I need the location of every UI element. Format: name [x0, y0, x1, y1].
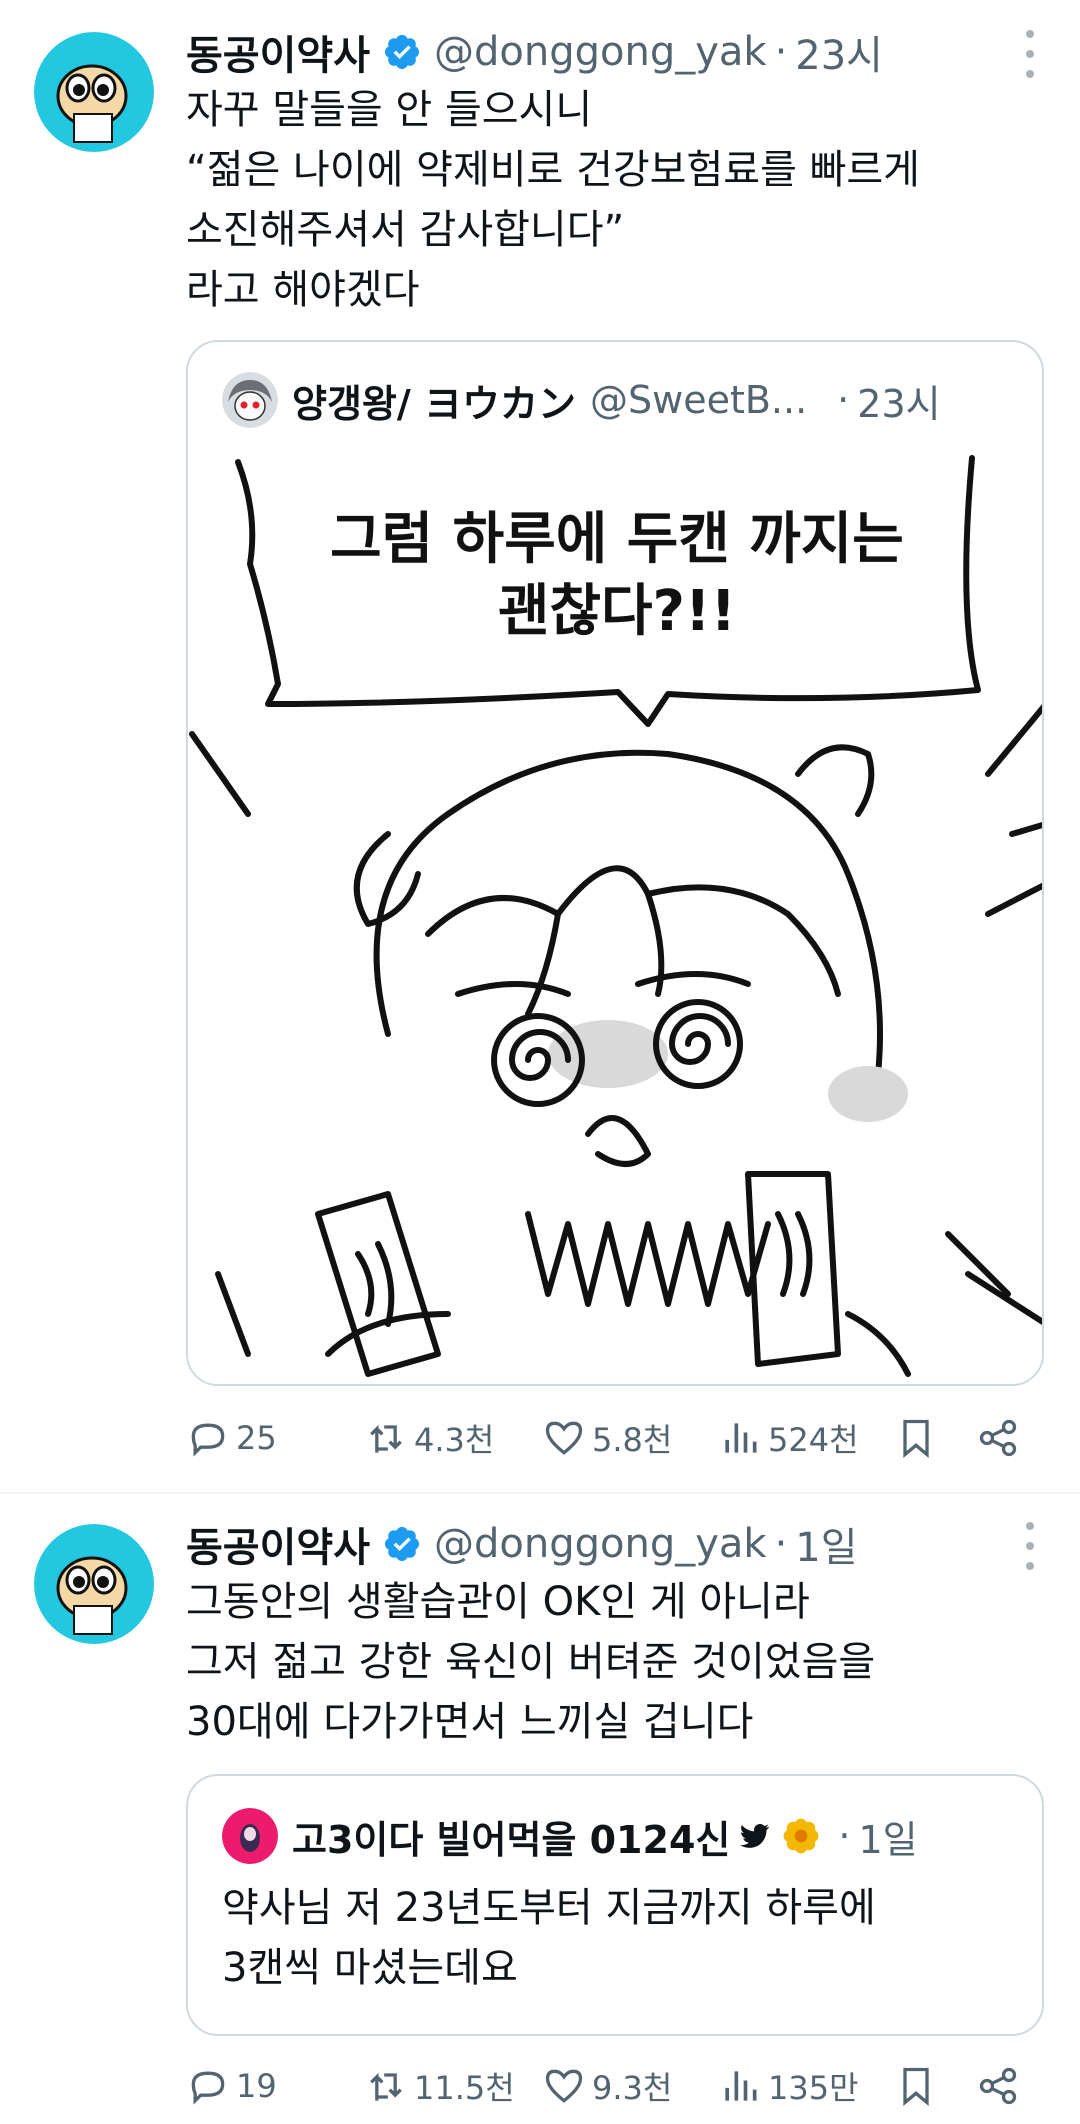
views-icon [725, 2071, 757, 2101]
verified-badge-icon [382, 32, 422, 72]
quoted-tweet-time[interactable]: 1일 [858, 1809, 917, 1864]
repost-icon [370, 1424, 402, 1453]
tweet-text-line: 라고 해야겠다 [186, 267, 420, 313]
reply-button[interactable]: 25 [186, 1408, 277, 1468]
separator-dot: · [774, 29, 788, 75]
tweet-time[interactable]: 23시 [795, 23, 883, 81]
views-count: 524천 [768, 1421, 859, 1459]
tweet-text-line: 그저 젊고 강한 육신이 버텨준 것이었음을 [186, 1639, 876, 1685]
tweet-text-line: 그동안의 생활습관이 OK인 게 아니라 [186, 1579, 810, 1625]
quoted-tweet[interactable]: 양갱왕/ ヨウカン @SweetB... · 23시 그럼 하루에 두캔 까지는… [186, 340, 1044, 1386]
tweet-actions: 19 11.5천 9.3천 135만 [186, 2056, 1036, 2116]
like-button[interactable]: 9.3천 [542, 2056, 672, 2116]
views-button[interactable]: 135만 [718, 2056, 859, 2116]
quoted-author-avatar[interactable] [222, 1808, 278, 1864]
tweet-text-line: “젊은 나이에 약제비로 건강보험료를 빠르게 [186, 147, 920, 193]
tweet-text: 그동안의 생활습관이 OK인 게 아니라 그저 젊고 강한 육신이 버텨준 것이… [186, 1572, 1046, 1752]
reply-count: 25 [236, 1419, 277, 1457]
bookmark-icon [903, 2067, 929, 2107]
tweet-time[interactable]: 1일 [795, 1515, 857, 1573]
more-icon[interactable] [1020, 1522, 1040, 1570]
bookmark-button[interactable] [894, 1408, 944, 1468]
quoted-tweet-image[interactable]: 그럼 하루에 두캔 까지는 괜찮다?!! [188, 454, 1042, 1384]
like-icon [545, 2069, 583, 2103]
tweet-text-line: 자꾸 말들을 안 들으시니 [186, 87, 593, 133]
separator-dot: · [838, 1814, 851, 1858]
share-button[interactable] [976, 1408, 1026, 1468]
share-button[interactable] [976, 2056, 1026, 2116]
comic-caption-line: 괜찮다?!! [497, 579, 737, 644]
repost-count: 11.5천 [414, 2069, 515, 2107]
quoted-tweet-header: 양갱왕/ ヨウカン @SweetB... · 23시 [222, 372, 941, 428]
tweet-text-line: 30대에 다가가면서 느끼실 겁니다 [186, 1699, 754, 1745]
flower-icon [782, 1817, 820, 1855]
quoted-tweet-text-line: 3캔씩 마셨는데요 [222, 1945, 518, 1991]
tweet-header: 동공이약사 @donggong_yak · 23시 [186, 22, 883, 82]
verified-badge-icon [382, 1524, 422, 1564]
tweet-actions: 25 4.3천 5.8천 524천 [186, 1408, 1036, 1468]
author-handle[interactable]: @donggong_yak [434, 1521, 767, 1567]
repost-button[interactable]: 4.3천 [364, 1408, 494, 1468]
bookmark-icon [903, 1419, 929, 1459]
share-icon [979, 1419, 1017, 1457]
quoted-author-avatar[interactable] [222, 372, 278, 428]
quoted-author-name[interactable]: 양갱왕/ ヨウカン [292, 373, 576, 428]
views-count: 135만 [768, 2069, 859, 2107]
author-name[interactable]: 동공이약사 [186, 23, 370, 81]
author-handle[interactable]: @donggong_yak [434, 29, 767, 75]
tweet-1[interactable]: 동공이약사 @donggong_yak · 23시 자꾸 말들을 안 들으시니 … [0, 0, 1080, 1490]
like-count: 5.8천 [592, 1421, 673, 1459]
reply-count: 19 [236, 2067, 277, 2105]
quoted-tweet[interactable]: 고3이다 빌어먹을 0124신 · 1일 약사님 저 23년도부터 지금까지 하… [186, 1774, 1044, 2036]
quoted-tweet-text-line: 약사님 저 23년도부터 지금까지 하루에 [222, 1885, 876, 1931]
like-button[interactable]: 5.8천 [542, 1408, 672, 1468]
quoted-author-name[interactable]: 고3이다 빌어먹을 0124신 [292, 1809, 730, 1864]
tweet-header: 동공이약사 @donggong_yak · 1일 [186, 1514, 858, 1574]
author-name[interactable]: 동공이약사 [186, 1515, 370, 1573]
share-icon [979, 2067, 1017, 2105]
tweet-2[interactable]: 동공이약사 @donggong_yak · 1일 그동안의 생활습관이 OK인 … [0, 1494, 1080, 2124]
repost-icon [370, 2072, 402, 2101]
comic-caption-line: 그럼 하루에 두캔 까지는 [330, 507, 904, 572]
separator-dot: · [774, 1521, 788, 1567]
author-avatar[interactable] [34, 1524, 154, 1644]
tweet-text-line: 소진해주셔서 감사합니다” [186, 207, 625, 253]
views-button[interactable]: 524천 [718, 1408, 859, 1468]
bird-icon [736, 1818, 772, 1854]
reply-icon [191, 2071, 225, 2105]
like-icon [545, 1421, 583, 1455]
reply-icon [191, 1423, 225, 1457]
views-icon [725, 1423, 757, 1453]
reply-button[interactable]: 19 [186, 2056, 277, 2116]
more-icon[interactable] [1020, 30, 1040, 78]
quoted-tweet-text: 약사님 저 23년도부터 지금까지 하루에 3캔씩 마셨는데요 [222, 1878, 876, 1998]
quoted-tweet-header: 고3이다 빌어먹을 0124신 · 1일 [222, 1808, 918, 1864]
tweet-text: 자꾸 말들을 안 들으시니 “젊은 나이에 약제비로 건강보험료를 빠르게 소진… [186, 80, 1046, 320]
quoted-tweet-time[interactable]: 23시 [857, 373, 940, 428]
author-avatar[interactable] [34, 32, 154, 152]
separator-dot: · [837, 378, 850, 422]
like-count: 9.3천 [592, 2069, 673, 2107]
quoted-author-handle[interactable]: @SweetB... [590, 378, 807, 422]
bookmark-button[interactable] [894, 2056, 944, 2116]
repost-count: 4.3천 [414, 1421, 495, 1459]
repost-button[interactable]: 11.5천 [364, 2056, 515, 2116]
